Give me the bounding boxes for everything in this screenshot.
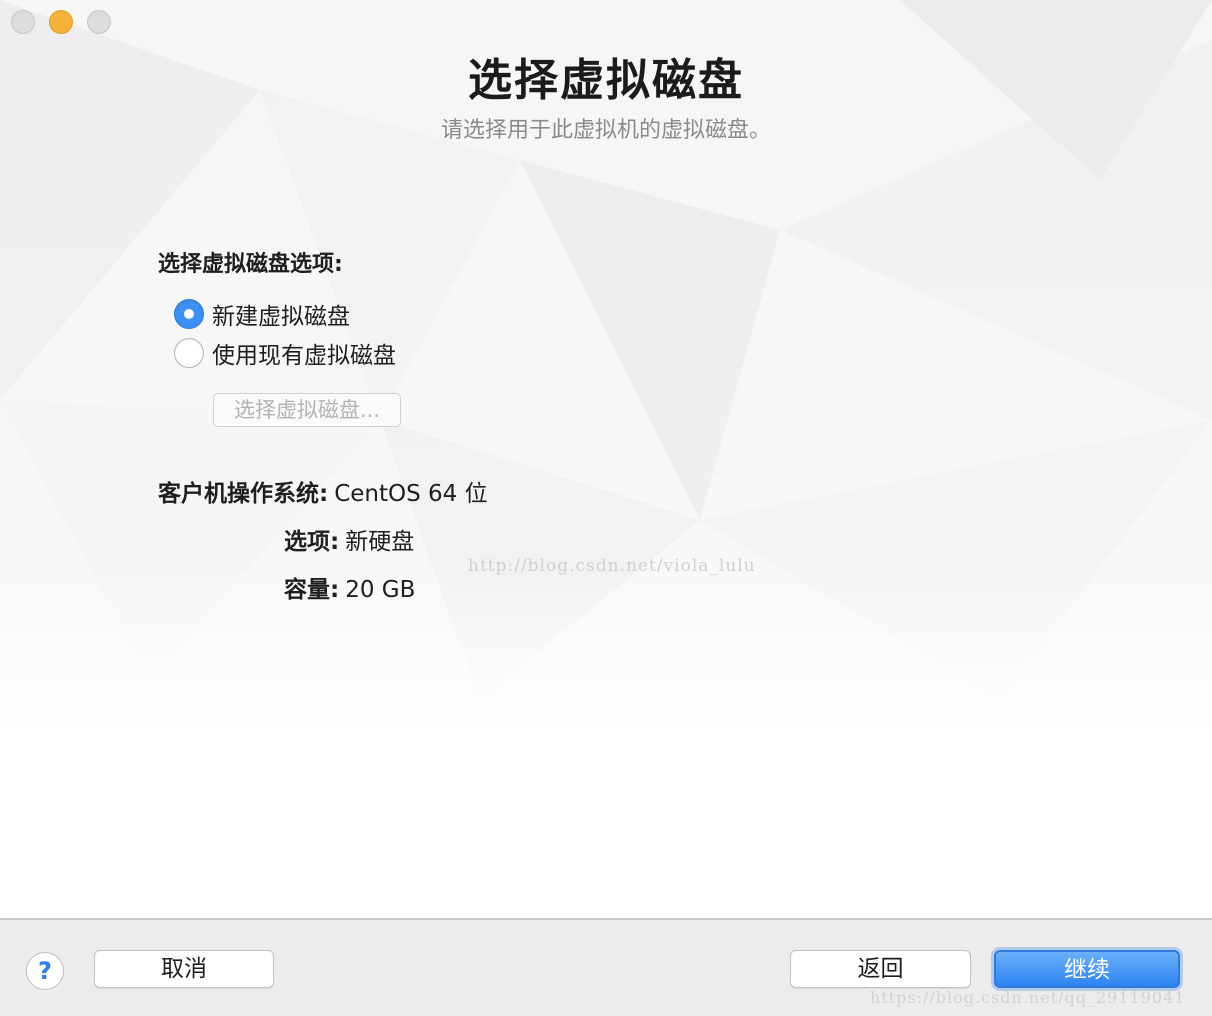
back-button[interactable]: 返回 (790, 950, 971, 988)
radio-existing-disk-label[interactable]: 使用现有虚拟磁盘 (212, 336, 396, 370)
summary-option-row: 选项: 新硬盘 (284, 522, 414, 556)
page-title: 选择虚拟磁盘 (468, 55, 744, 106)
capacity-value: 20 GB (345, 577, 416, 603)
radio-button-checked[interactable] (174, 299, 204, 329)
summary-capacity-row: 容量: 20 GB (284, 570, 415, 604)
watermark-text: http://blog.csdn.net/viola_lulu (468, 556, 756, 576)
dialog-window: 选择虚拟磁盘 请选择用于此虚拟机的虚拟磁盘。 选择虚拟磁盘选项: 新建虚拟磁盘 … (0, 0, 1212, 1016)
summary-os-row: 客户机操作系统: CentOS 64 位 (158, 474, 488, 508)
help-button[interactable]: ? (26, 952, 64, 990)
radio-new-disk[interactable]: 新建虚拟磁盘 (174, 297, 350, 331)
option-value: 新硬盘 (345, 529, 415, 555)
capacity-label: 容量: (284, 577, 340, 603)
minimize-window-button[interactable] (49, 10, 73, 34)
footer-watermark-text: https://blog.csdn.net/qq_29119041 (870, 988, 1186, 1007)
os-value: CentOS 64 位 (334, 481, 488, 507)
radio-existing-disk[interactable]: 使用现有虚拟磁盘 (174, 336, 396, 370)
window-controls (11, 10, 111, 34)
zoom-window-button[interactable] (87, 10, 111, 34)
radio-button-unchecked[interactable] (174, 338, 204, 368)
disk-options-label: 选择虚拟磁盘选项: (158, 252, 343, 277)
os-label: 客户机操作系统: (158, 481, 329, 507)
footer-bar: ? 取消 返回 继续 https://blog.csdn.net/qq_2911… (0, 918, 1212, 1016)
page-subtitle: 请选择用于此虚拟机的虚拟磁盘。 (440, 118, 771, 143)
radio-new-disk-label[interactable]: 新建虚拟磁盘 (212, 297, 350, 331)
cancel-button[interactable]: 取消 (94, 950, 274, 988)
close-window-button[interactable] (11, 10, 35, 34)
option-label: 选项: (284, 529, 340, 555)
continue-button[interactable]: 继续 (994, 950, 1180, 988)
choose-disk-button[interactable]: 选择虚拟磁盘... (213, 393, 401, 427)
